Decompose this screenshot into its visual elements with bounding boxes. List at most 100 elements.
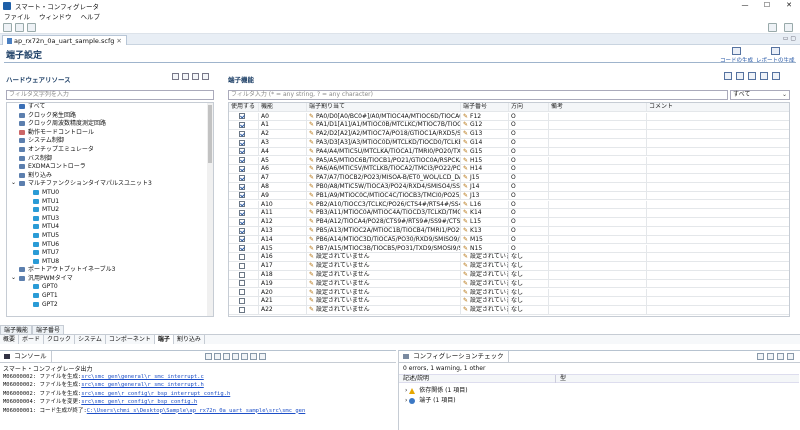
- menu-help[interactable]: ヘルプ: [81, 11, 101, 21]
- cell-num[interactable]: ✎ L15: [461, 218, 509, 227]
- expand-arrow-icon[interactable]: ›: [405, 397, 407, 404]
- table-row[interactable]: A5 ✎ PA5/A5/MTIOC6B/TIOCB1/PO21/GTIOC0A/RS…: [229, 156, 789, 166]
- use-checkbox[interactable]: [239, 236, 245, 243]
- close-tab-icon[interactable]: ✕: [116, 37, 121, 45]
- cell-num[interactable]: ✎ G14: [461, 139, 509, 148]
- file-link[interactable]: src\smc_gen\general\r_smc_interrupt.c: [81, 374, 204, 380]
- cell-remarks[interactable]: [549, 174, 647, 183]
- use-checkbox[interactable]: [239, 280, 245, 287]
- column-header[interactable]: 端子番号: [461, 103, 509, 112]
- open-icon[interactable]: [15, 22, 24, 32]
- columns-icon[interactable]: [736, 72, 744, 80]
- use-checkbox[interactable]: [239, 201, 245, 208]
- cell-remarks[interactable]: [549, 227, 647, 236]
- tree-item[interactable]: MTU3: [7, 215, 213, 224]
- tree-item[interactable]: すべて: [7, 103, 213, 112]
- cell-comment[interactable]: [647, 165, 789, 174]
- table-row[interactable]: A1 ✎ PA1/D1[A1]/A1/MTIOC0B/MTCLKC/MTIOC7B/…: [229, 121, 789, 130]
- table-row[interactable]: A11 ✎ PB3/A11/MTIOC0A/MTIOC4A/TIOCD3/TCLKD…: [229, 209, 789, 218]
- cell-num[interactable]: ✎ 設定されていま: [461, 271, 509, 280]
- use-checkbox[interactable]: [239, 297, 245, 304]
- cell-remarks[interactable]: [549, 139, 647, 148]
- cell-remarks[interactable]: [549, 121, 647, 130]
- tree-item[interactable]: オンチップエミュレータ: [7, 146, 213, 155]
- cell-comment[interactable]: [647, 192, 789, 201]
- view-menu-icon[interactable]: [767, 353, 774, 360]
- cell-remarks[interactable]: [549, 271, 647, 280]
- close-button[interactable]: ✕: [778, 0, 800, 11]
- cell-num[interactable]: ✎ M15: [461, 235, 509, 245]
- hierarchy-icon[interactable]: [192, 73, 199, 80]
- tree-item[interactable]: MTU0: [7, 189, 213, 198]
- table-row[interactable]: A19 ✎ 設定されていません ✎ 設定されていま なし: [229, 279, 789, 289]
- cell-comment[interactable]: [647, 201, 789, 210]
- pin-filter-select[interactable]: すべて ⌄: [730, 90, 790, 100]
- tree-item[interactable]: GPT1: [7, 292, 213, 301]
- cell-assign[interactable]: ✎ PB5/A13/MTIOC2A/MTIOC1B/TIOCB4/TMRI1/PO…: [307, 227, 461, 236]
- table-row[interactable]: A18 ✎ 設定されていません ✎ 設定されていま なし: [229, 271, 789, 280]
- file-link[interactable]: src\smc_gen\r_config\r_bsp_config.h: [81, 399, 197, 405]
- cell-remarks[interactable]: [549, 262, 647, 271]
- cell-comment[interactable]: [647, 253, 789, 262]
- table-row[interactable]: A8 ✎ PB0/A8/MTIC5W/TIOCA3/PO24/RXD4/SMISO4…: [229, 183, 789, 192]
- cell-comment[interactable]: [647, 262, 789, 271]
- cell-comment[interactable]: [647, 218, 789, 227]
- table-row[interactable]: A22 ✎ 設定されていません ✎ 設定されていま なし: [229, 306, 789, 315]
- tree-item[interactable]: MTU4: [7, 223, 213, 232]
- column-header[interactable]: 使用する: [229, 103, 259, 112]
- tab-pin-number[interactable]: 端子番号: [32, 325, 65, 334]
- cell-num[interactable]: ✎ G15: [461, 147, 509, 157]
- cell-assign[interactable]: ✎ 設定されていません: [307, 306, 461, 315]
- editor-tab-3[interactable]: システム: [75, 335, 106, 344]
- use-checkbox[interactable]: [239, 113, 245, 120]
- tree-item[interactable]: GPT2: [7, 301, 213, 310]
- cell-comment[interactable]: [647, 236, 789, 245]
- cell-assign[interactable]: ✎ PB1/A9/MTIOC0C/MTIOC4C/TIOCB3/TMCI0/PO2…: [307, 191, 461, 201]
- use-checkbox[interactable]: [239, 253, 245, 260]
- cell-num[interactable]: ✎ K14: [461, 209, 509, 218]
- menu-window[interactable]: ウィンドウ: [39, 11, 72, 21]
- table-row[interactable]: A15 ✎ PB7/A15/MTIOC3B/TIOCB5/PO31/TXD9/SMO…: [229, 244, 789, 254]
- column-header[interactable]: 方向: [509, 103, 549, 112]
- config-item-pin[interactable]: › 端子 (1 項目): [405, 396, 456, 405]
- minimize-button[interactable]: —: [734, 0, 756, 11]
- cell-assign[interactable]: ✎ PB3/A11/MTIOC0A/MTIOC4A/TIOCD3/TCLKD/TM…: [307, 209, 461, 218]
- cell-comment[interactable]: [647, 209, 789, 218]
- tree-item[interactable]: EXDMAコントローラ: [7, 163, 213, 172]
- scroll-lock-icon[interactable]: [214, 353, 221, 360]
- cell-num[interactable]: ✎ 設定されていま: [461, 253, 509, 262]
- cell-num[interactable]: ✎ K13: [461, 227, 509, 236]
- cell-remarks[interactable]: [549, 279, 647, 289]
- settings-icon[interactable]: [784, 23, 793, 32]
- table-row[interactable]: A2 ✎ PA2/D2[A2]/A2/MTIOC7A/PO18/GTIOC1A/RX…: [229, 130, 789, 139]
- tree-item[interactable]: クロック周波数精度測定回路: [7, 120, 213, 129]
- table-row[interactable]: A10 ✎ PB2/A10/TIOCC3/TCLKC/PO26/CTS4#/RTS4…: [229, 200, 789, 210]
- chevron-down-icon[interactable]: ⌄: [11, 179, 16, 188]
- cell-comment[interactable]: [647, 157, 789, 166]
- editor-tab-4[interactable]: コンポーネント: [106, 335, 155, 344]
- table-row[interactable]: A14 ✎ PB6/A14/MTIOC3D/TIOCA5/PO30/RXD9/SMI…: [229, 235, 789, 245]
- use-checkbox[interactable]: [239, 227, 245, 234]
- tree-item[interactable]: システム制御: [7, 137, 213, 146]
- cell-num[interactable]: ✎ 設定されていま: [461, 279, 509, 289]
- use-checkbox[interactable]: [239, 271, 245, 278]
- column-header[interactable]: 機能: [259, 103, 307, 112]
- cell-assign[interactable]: ✎ 設定されていません: [307, 262, 461, 271]
- cell-num[interactable]: ✎ 設定されていま: [461, 297, 509, 306]
- clear-console-icon[interactable]: [205, 353, 212, 360]
- menu-file[interactable]: ファイル: [4, 11, 30, 21]
- cell-remarks[interactable]: [549, 288, 647, 298]
- cell-assign[interactable]: ✎ PA3/D3[A3]/A3/MTIOC0D/MTCLKD/TIOCD0/TCL…: [307, 139, 461, 148]
- cell-remarks[interactable]: [549, 218, 647, 227]
- cell-comment[interactable]: [647, 245, 789, 254]
- file-link[interactable]: src\smc_gen\r_config\r_bsp_interrupt_con…: [81, 391, 230, 397]
- cell-assign[interactable]: ✎ 設定されていません: [307, 288, 461, 298]
- column-header[interactable]: 備考: [549, 103, 647, 112]
- cell-comment[interactable]: [647, 139, 789, 148]
- table-row[interactable]: A4 ✎ PA4/A4/MTIC5U/MTCLKA/TIOCA1/TMRI0/PO2…: [229, 147, 789, 157]
- editor-tab-0[interactable]: 概要: [0, 335, 20, 344]
- cell-remarks[interactable]: [549, 209, 647, 218]
- cell-num[interactable]: ✎ J13: [461, 191, 509, 201]
- minimize-view-icon[interactable]: [777, 353, 784, 360]
- expand-arrow-icon[interactable]: ›: [405, 387, 407, 394]
